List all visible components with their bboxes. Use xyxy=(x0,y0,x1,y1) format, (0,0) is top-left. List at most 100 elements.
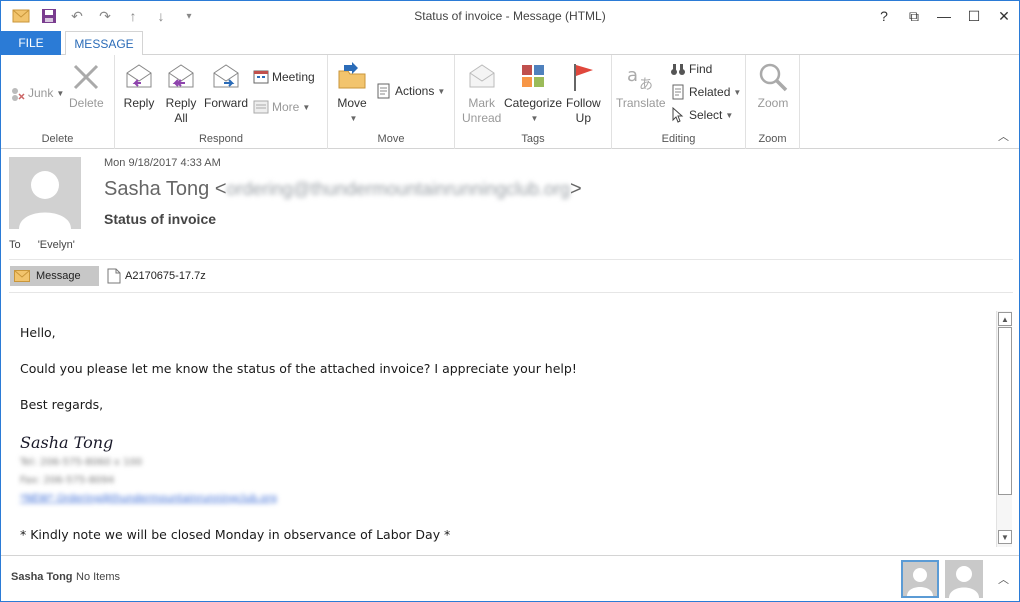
svg-text:あ: あ xyxy=(639,77,653,93)
close-button[interactable]: ✕ xyxy=(989,1,1019,31)
window-title: Status of invoice - Message (HTML) xyxy=(414,9,606,23)
message-subject: Status of invoice xyxy=(104,211,217,227)
move-button[interactable]: Move ▼ xyxy=(336,61,368,126)
forward-button[interactable]: Forward xyxy=(204,61,248,111)
file-attachment[interactable]: A2170675-17.7z xyxy=(107,266,206,286)
sender-line: Sasha Tong <ordering@thundermountainrunn… xyxy=(104,178,582,201)
reply-all-label-1: Reply xyxy=(165,96,197,110)
message-datetime: Mon 9/18/2017 4:33 AM xyxy=(104,157,221,169)
person-icon xyxy=(949,566,979,598)
mark-unread-button[interactable]: Mark Unread xyxy=(462,61,501,126)
chevron-down-icon: ▼ xyxy=(56,88,65,98)
attachment-bar: Message A2170675-17.7z xyxy=(9,259,1013,293)
delete-group: Junk ▼ Delete Delete xyxy=(1,55,115,149)
sender-email[interactable]: ordering@thundermountainrunningclub.org xyxy=(227,179,571,199)
sender-name[interactable]: Sasha Tong xyxy=(104,178,209,200)
follow-up-label-2: Up xyxy=(575,111,592,125)
email-close-bracket: > xyxy=(570,178,582,200)
tab-message[interactable]: MESSAGE xyxy=(65,31,143,56)
to-recipient[interactable]: 'Evelyn' xyxy=(38,239,75,251)
cursor-icon xyxy=(672,107,684,123)
sender-avatar xyxy=(9,157,81,229)
message-body: Hello, Could you please let me know the … xyxy=(9,309,995,549)
window-controls: ? ⧉ — ☐ ✕ xyxy=(869,1,1019,31)
file-icon xyxy=(107,268,121,284)
people-pane: Sasha Tong No Items ︿ xyxy=(1,555,1019,601)
move-group: Move ▼ Actions ▼ Move xyxy=(328,55,455,149)
related-button[interactable]: Related ▼ xyxy=(670,82,741,102)
minimize-button[interactable]: — xyxy=(929,1,959,31)
reply-button[interactable]: Reply xyxy=(123,61,155,111)
body-scrollbar[interactable]: ▲ ▼ xyxy=(996,311,1012,547)
people-pane-name[interactable]: Sasha Tong xyxy=(11,571,73,583)
related-icon xyxy=(672,84,684,100)
more-respond-button[interactable]: More ▼ xyxy=(253,97,310,117)
reply-icon xyxy=(126,64,152,88)
select-label: Select xyxy=(689,108,723,122)
mark-unread-label-2: Unread xyxy=(462,111,502,125)
zoom-button[interactable]: Zoom xyxy=(757,61,789,111)
signature-fax: Fax: 206-575-8094 xyxy=(20,475,115,486)
forward-icon xyxy=(213,64,239,88)
follow-up-label-1: Follow xyxy=(566,96,601,110)
zoom-label: Zoom xyxy=(757,96,789,110)
message-attachment-tab[interactable]: Message xyxy=(10,266,99,286)
follow-up-button[interactable]: Follow Up xyxy=(566,61,601,126)
related-label: Related xyxy=(689,85,731,99)
forward-label: Forward xyxy=(204,96,249,110)
people-pane-collapse-icon[interactable]: ︿ xyxy=(998,571,1009,587)
chevron-down-icon: ▼ xyxy=(530,114,539,123)
people-pane-avatar-selected[interactable] xyxy=(901,560,939,598)
mark-unread-label-1: Mark xyxy=(468,96,496,110)
editing-group-label: Editing xyxy=(661,133,696,145)
more-icon xyxy=(253,100,269,114)
maximize-button[interactable]: ☐ xyxy=(959,1,989,31)
delete-x-icon xyxy=(74,64,99,90)
junk-button[interactable]: Junk ▼ xyxy=(9,83,64,103)
collapse-ribbon-icon[interactable]: ︿ xyxy=(998,128,1009,144)
find-label: Find xyxy=(689,62,713,76)
chevron-down-icon: ▼ xyxy=(733,87,742,97)
actions-button[interactable]: Actions ▼ xyxy=(376,81,445,101)
categorize-icon xyxy=(522,65,545,87)
body-note: * Kindly note we will be closed Monday i… xyxy=(20,527,451,542)
delete-button[interactable]: Delete xyxy=(69,61,104,111)
translate-label: Translate xyxy=(616,96,666,110)
chevron-down-icon: ▼ xyxy=(437,86,446,96)
zoom-group-label: Zoom xyxy=(758,133,787,145)
ribbon-tabs: FILE MESSAGE xyxy=(1,31,1019,56)
more-label: More xyxy=(272,100,300,114)
outlook-message-window: ↶ ↷ ↑ ↓ ▾ Status of invoice - Message (H… xyxy=(0,0,1020,602)
signature-name: Sasha Tong xyxy=(20,433,114,452)
meeting-button[interactable]: Meeting xyxy=(253,67,315,87)
tags-group-label: Tags xyxy=(521,133,545,145)
signature-email-link[interactable]: *NEW* Ordering@thundermountainrunningclu… xyxy=(20,493,277,504)
file-attachment-name: A2170675-17.7z xyxy=(125,270,206,282)
binoculars-icon xyxy=(671,64,685,75)
select-button[interactable]: Select ▼ xyxy=(670,105,733,125)
svg-text:a: a xyxy=(627,65,638,86)
find-button[interactable]: Find xyxy=(670,59,712,79)
editing-group: aあ Translate Find Related ▼ Select ▼ Editi… xyxy=(612,55,746,149)
scroll-up-arrow-icon[interactable]: ▲ xyxy=(998,312,1012,326)
translate-button[interactable]: aあ Translate xyxy=(616,61,666,111)
chevron-down-icon: ▼ xyxy=(725,110,734,120)
help-button[interactable]: ? xyxy=(869,1,899,31)
actions-icon xyxy=(377,83,390,99)
ribbon-display-options-button[interactable]: ⧉ xyxy=(899,1,929,31)
move-label: Move xyxy=(337,96,367,110)
delete-label: Delete xyxy=(69,96,104,110)
respond-group: Reply Reply All Forward Meeting More ▼ Re… xyxy=(115,55,328,149)
ribbon: Junk ▼ Delete Delete Reply Reply All Forw… xyxy=(1,55,1019,149)
signature-tel: Tel: 206-575-8060 x 100 xyxy=(20,457,143,468)
categorize-button[interactable]: Categorize ▼ xyxy=(504,61,562,126)
reply-all-label-2: All xyxy=(174,111,188,125)
message-header: Mon 9/18/2017 4:33 AM Sasha Tong <orderi… xyxy=(1,149,1019,259)
scroll-thumb[interactable] xyxy=(998,327,1012,495)
scroll-down-arrow-icon[interactable]: ▼ xyxy=(998,530,1012,544)
tab-file[interactable]: FILE xyxy=(1,31,61,55)
people-pane-avatar[interactable] xyxy=(945,560,983,598)
translate-icon: aあ xyxy=(627,65,653,93)
reply-all-button[interactable]: Reply All xyxy=(165,61,197,126)
body-greeting: Hello, xyxy=(20,325,56,340)
